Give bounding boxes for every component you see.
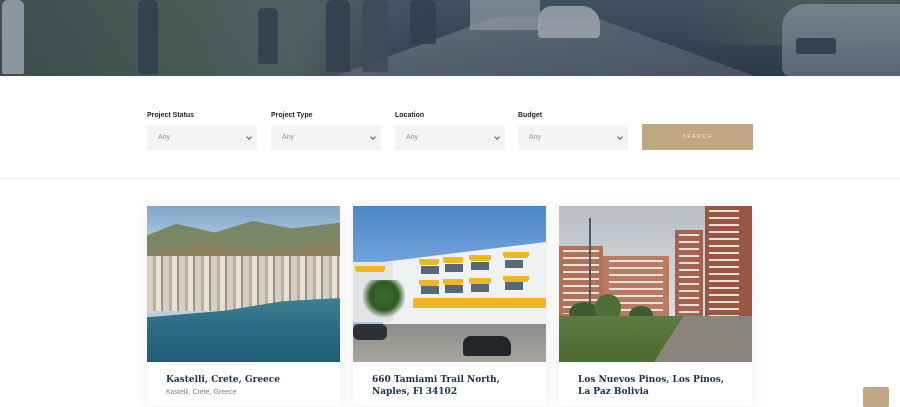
project-card[interactable]: Kastelli, Crete, Greece Kastelli, Crete,… — [147, 206, 340, 406]
location-label: Location — [395, 112, 425, 119]
project-status-field: Project Status Any — [147, 111, 257, 150]
project-status-select[interactable]: Any — [147, 125, 257, 150]
chevron-down-icon — [494, 134, 500, 140]
project-card[interactable]: Los Nuevos Pinos, Los Pinos, La Paz Boli… — [559, 206, 752, 406]
coastal-town-photo[interactable] — [147, 206, 340, 362]
location-select[interactable]: Any — [395, 125, 505, 150]
location-field: Location Any — [395, 111, 505, 150]
project-search-form: Project Status Any Project Type Any Loca… — [147, 111, 753, 155]
project-card-title[interactable]: Los Nuevos Pinos, Los Pinos, La Paz Boli… — [578, 374, 738, 398]
location-value: Any — [406, 134, 419, 141]
project-type-label: Project Type — [271, 112, 313, 119]
hero-overlay — [0, 0, 900, 76]
apartment-blocks-photo[interactable] — [559, 206, 752, 362]
building-yellow-awnings-photo[interactable] — [353, 206, 546, 362]
chevron-down-icon — [370, 134, 376, 140]
hero-banner — [0, 0, 900, 76]
back-to-top-button[interactable] — [863, 387, 889, 407]
project-card-location: Kastelli, Crete, Greece — [166, 389, 237, 396]
budget-label: Budget — [518, 112, 543, 119]
project-type-value: Any — [282, 134, 295, 141]
chevron-down-icon — [617, 134, 623, 140]
project-card-title[interactable]: Kastelli, Crete, Greece — [166, 374, 326, 386]
project-type-field: Project Type Any — [271, 111, 381, 150]
chevron-down-icon — [246, 134, 252, 140]
search-button[interactable]: SEARCH — [642, 124, 753, 150]
section-divider — [0, 178, 900, 179]
budget-value: Any — [529, 134, 542, 141]
budget-field: Budget Any — [518, 111, 628, 150]
project-status-value: Any — [158, 134, 171, 141]
project-status-label: Project Status — [147, 112, 195, 119]
project-type-select[interactable]: Any — [271, 125, 381, 150]
project-card[interactable]: 660 Tamiami Trail North, Naples, Fl 3410… — [353, 206, 546, 406]
budget-select[interactable]: Any — [518, 125, 628, 150]
project-card-title[interactable]: 660 Tamiami Trail North, Naples, Fl 3410… — [372, 374, 532, 398]
